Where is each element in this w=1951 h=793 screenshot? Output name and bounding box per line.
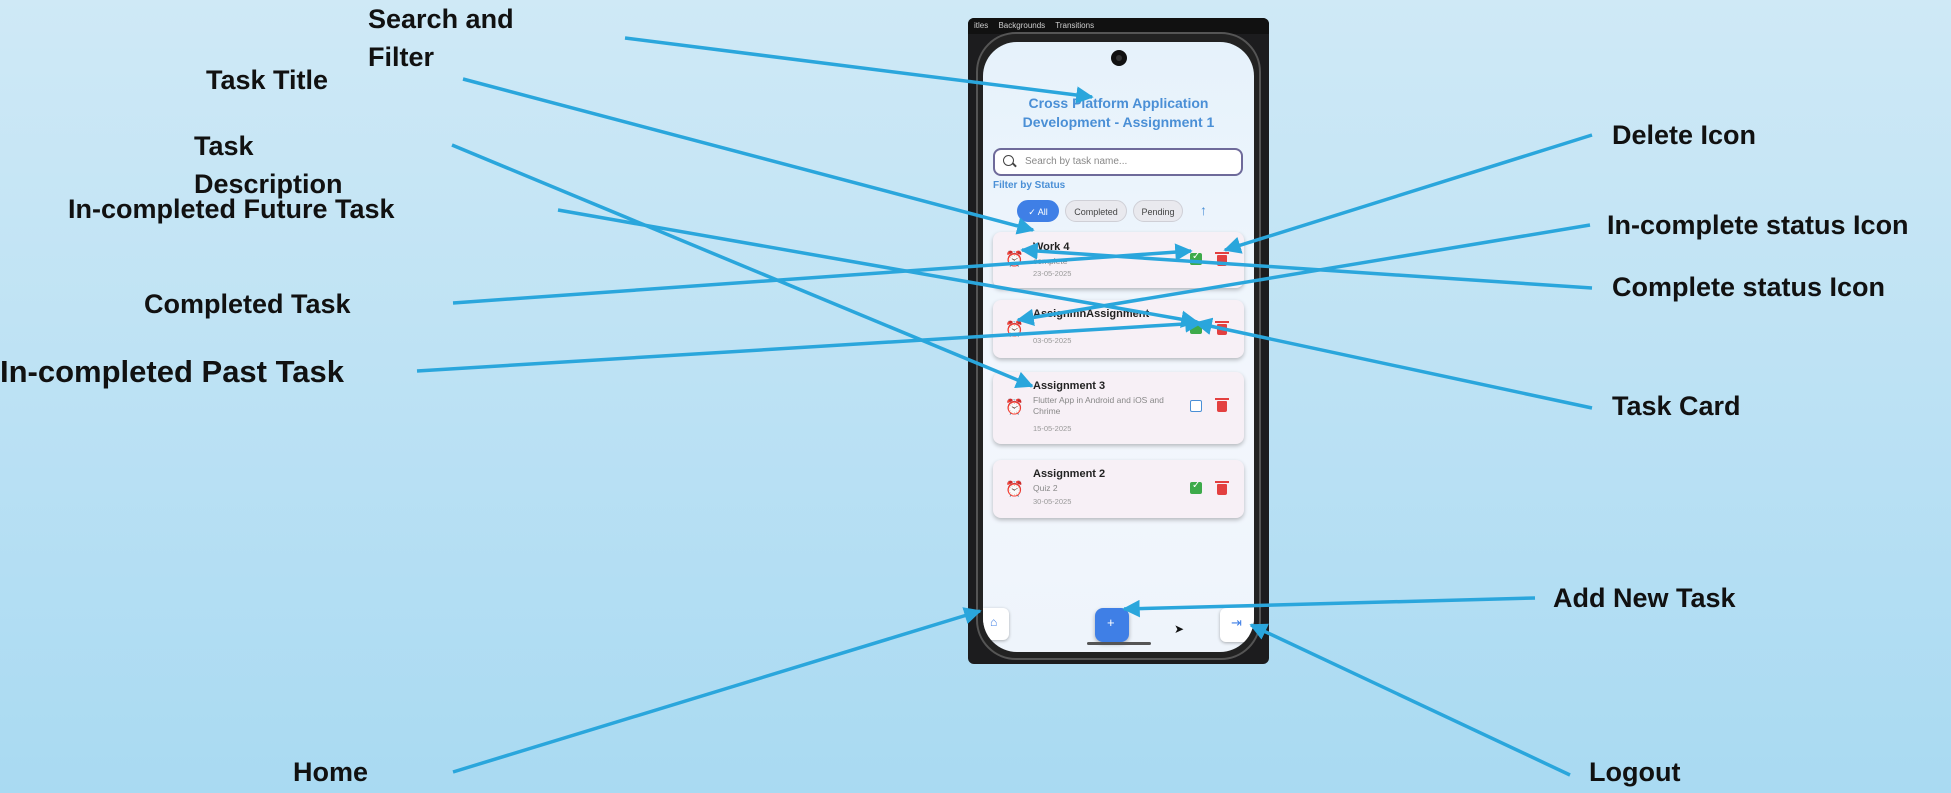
task-title: Assignment 3 <box>1033 380 1106 392</box>
task-description: Quiz 2 <box>1033 483 1058 493</box>
alarm-off-icon: ⏰ <box>1005 251 1024 268</box>
task-card[interactable]: ⏰ Assignment 3 Flutter App in Android an… <box>993 372 1244 444</box>
label-delete-icon: Delete Icon <box>1612 120 1757 150</box>
chip-completed[interactable]: Completed <box>1065 200 1127 222</box>
label-search-filter-line2: Filter <box>368 42 435 72</box>
task-date: 30-05-2025 <box>1033 497 1072 506</box>
status-checkbox[interactable] <box>1190 251 1202 265</box>
task-title: Work 4 <box>1033 241 1070 253</box>
task-description: Flutter App in Android and iOS and Chrim… <box>1033 395 1164 416</box>
filter-label: Filter by Status <box>993 180 1066 191</box>
alarm-off-icon: ⏰ <box>1005 481 1024 498</box>
label-task-title: Task Title <box>206 65 329 95</box>
label-task-description-line1: Task <box>194 131 254 161</box>
alarm-icon: ⏰ <box>1005 321 1024 338</box>
task-card[interactable]: ⏰ Work 4 complete 23-05-2025 <box>993 232 1244 288</box>
task-title: Assignment 2 <box>1033 468 1106 480</box>
label-search-filter-line1: Search and <box>368 4 514 34</box>
sort-arrow-icon[interactable]: ↑ <box>1200 202 1207 218</box>
plus-icon: + <box>1107 615 1115 630</box>
delete-icon[interactable] <box>1215 252 1229 266</box>
check-icon: ✓ <box>1028 207 1038 217</box>
label-logout: Logout <box>1589 757 1681 787</box>
delete-icon[interactable] <box>1215 398 1229 412</box>
label-task-card: Task Card <box>1612 391 1741 421</box>
logout-button[interactable]: ⇥ <box>1220 608 1254 642</box>
chip-all-label: All <box>1037 207 1048 217</box>
editor-tab-transitions[interactable]: Transitions <box>1055 21 1094 30</box>
arrow-home <box>452 607 982 774</box>
search-placeholder: Search by task name... <box>1025 156 1128 167</box>
home-icon: ⌂ <box>990 615 998 629</box>
task-card[interactable]: ⏰ AssignmnAssignment 03-05-2025 <box>993 300 1244 358</box>
label-incompleted-past-task: In-completed Past Task <box>0 354 344 389</box>
task-description: complete <box>1033 256 1068 266</box>
app-title: Cross Platform Application Development -… <box>1022 95 1215 130</box>
delete-icon[interactable] <box>1215 321 1229 335</box>
mouse-cursor-icon: ➤ <box>1174 622 1185 636</box>
label-incompleted-future-task: In-completed Future Task <box>68 194 395 224</box>
task-date: 15-05-2025 <box>1033 424 1072 433</box>
label-complete-status-icon: Complete status Icon <box>1612 272 1886 302</box>
gesture-bar <box>1087 642 1151 645</box>
arrow-logout <box>1249 623 1571 777</box>
add-task-button[interactable]: + <box>1095 608 1129 642</box>
delete-icon[interactable] <box>1215 481 1229 495</box>
chip-completed-label: Completed <box>1074 207 1118 217</box>
arrow-task-description <box>451 143 1034 389</box>
search-icon <box>1003 155 1014 166</box>
phone-mockup: itles Backgrounds Transitions Cross Plat… <box>968 18 1269 664</box>
status-checkbox[interactable] <box>1190 480 1202 494</box>
phone-screen: Cross Platform Application Development -… <box>983 42 1254 652</box>
label-add-new-task: Add New Task <box>1553 583 1736 613</box>
search-input[interactable]: Search by task name... <box>993 148 1243 176</box>
alarm-icon: ⏰ <box>1005 399 1024 416</box>
home-button[interactable]: ⌂ <box>983 608 1009 640</box>
task-title: AssignmnAssignment <box>1033 308 1150 320</box>
arrow-delete-icon <box>1223 133 1593 254</box>
editor-tab-titles[interactable]: itles <box>974 21 988 30</box>
camera-icon <box>1111 50 1127 66</box>
task-date: 03-05-2025 <box>1033 336 1072 345</box>
arrow-task-title <box>462 77 1035 235</box>
task-card[interactable]: ⏰ Assignment 2 Quiz 2 30-05-2025 <box>993 460 1244 518</box>
status-checkbox[interactable] <box>1190 320 1202 334</box>
logout-icon: ⇥ <box>1231 615 1242 630</box>
label-completed-task: Completed Task <box>144 289 351 319</box>
editor-tab-backgrounds[interactable]: Backgrounds <box>998 21 1045 30</box>
label-incomplete-status-icon: In-complete status Icon <box>1607 210 1909 240</box>
chip-pending[interactable]: Pending <box>1133 200 1183 222</box>
chip-all[interactable]: ✓ All <box>1017 200 1059 222</box>
chip-pending-label: Pending <box>1141 207 1175 217</box>
task-date: 23-05-2025 <box>1033 269 1072 278</box>
label-home: Home <box>293 757 369 787</box>
status-checkbox[interactable] <box>1190 400 1202 412</box>
